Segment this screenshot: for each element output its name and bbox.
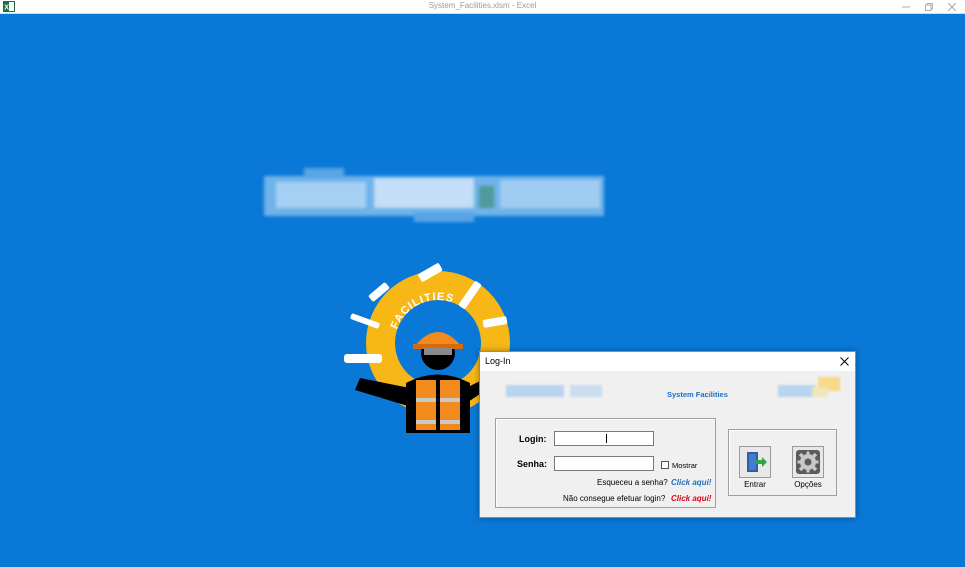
close-icon — [948, 3, 956, 11]
censored-company-name — [506, 385, 602, 397]
text-caret — [606, 434, 607, 443]
login-dialog: Log-In System Facilities Login: Senha: M… — [479, 351, 856, 518]
restore-icon — [925, 3, 933, 11]
actions-frame: Entrar Opções — [728, 429, 837, 496]
close-icon — [839, 357, 849, 366]
dialog-title-bar: Log-In — [480, 352, 855, 371]
door-enter-icon — [747, 452, 767, 472]
system-label: System Facilities — [667, 390, 728, 399]
forgot-password-link[interactable]: Click aqui! — [671, 478, 711, 487]
login-label: Login: — [519, 434, 547, 444]
censored-company-logo — [778, 377, 843, 399]
censored-title-banner — [264, 168, 619, 224]
restore-button[interactable] — [918, 0, 940, 14]
enter-button-label: Entrar — [744, 480, 766, 489]
forgot-password-text: Esqueceu a senha? — [597, 478, 668, 487]
options-button[interactable] — [792, 446, 824, 478]
close-window-button[interactable] — [941, 0, 963, 14]
minimize-button[interactable] — [895, 0, 917, 14]
password-label: Senha: — [517, 459, 548, 469]
show-password-checkbox[interactable] — [661, 461, 669, 469]
dialog-close-button[interactable] — [836, 354, 852, 369]
password-input[interactable] — [554, 456, 654, 471]
window-title: System_Facilities.xlsm - Excel — [428, 1, 537, 10]
cant-login-link[interactable]: Click aqui! — [671, 494, 711, 503]
options-button-label: Opções — [794, 480, 822, 489]
minimize-icon — [902, 6, 910, 8]
credentials-frame: Login: Senha: Mostrar Esqueceu a senha? … — [495, 418, 716, 508]
login-input[interactable] — [554, 431, 654, 446]
gear-icon — [796, 450, 820, 474]
dialog-title: Log-In — [485, 356, 511, 366]
enter-button[interactable] — [739, 446, 771, 478]
cant-login-text: Não consegue efetuar login? — [563, 494, 666, 503]
excel-title-bar: X System_Facilities.xlsm - Excel — [0, 0, 965, 14]
show-password-label: Mostrar — [672, 461, 698, 470]
